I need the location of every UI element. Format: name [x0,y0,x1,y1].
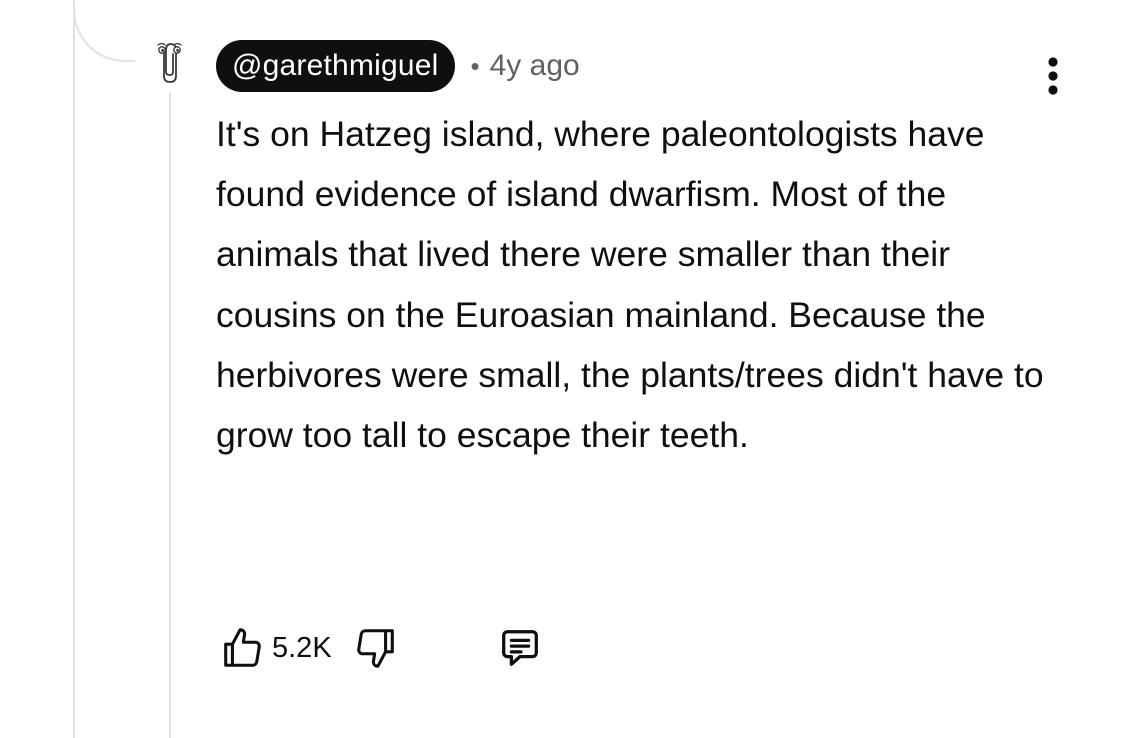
meta-separator: • [470,50,480,81]
thumbs-up-icon [224,628,261,667]
thumbs-down-icon [356,629,394,668]
thread-line-reply [169,92,171,738]
comment-timestamp[interactable]: 4y ago [490,49,580,83]
author-handle[interactable]: @garethmiguel [216,40,455,92]
thread-line-parent [73,0,75,738]
thread-connector-curve [73,0,135,62]
avatar[interactable] [150,38,190,86]
reply-button[interactable] [494,622,546,674]
comment-header: @garethmiguel • 4y ago [216,40,580,92]
comment-thread: @garethmiguel • 4y ago It's on Hatzeg is… [0,0,1125,738]
clippy-avatar-icon [157,42,182,83]
more-actions-button[interactable] [1034,52,1072,100]
dislike-button[interactable] [350,622,402,674]
more-vertical-icon [1048,57,1058,95]
comment-icon [501,630,538,666]
like-count: 5.2K [272,631,332,664]
comment-text: It's on Hatzeg island, where paleontolog… [216,114,1044,456]
comment-action-bar: 5.2K [216,622,546,674]
like-button[interactable] [216,622,268,674]
